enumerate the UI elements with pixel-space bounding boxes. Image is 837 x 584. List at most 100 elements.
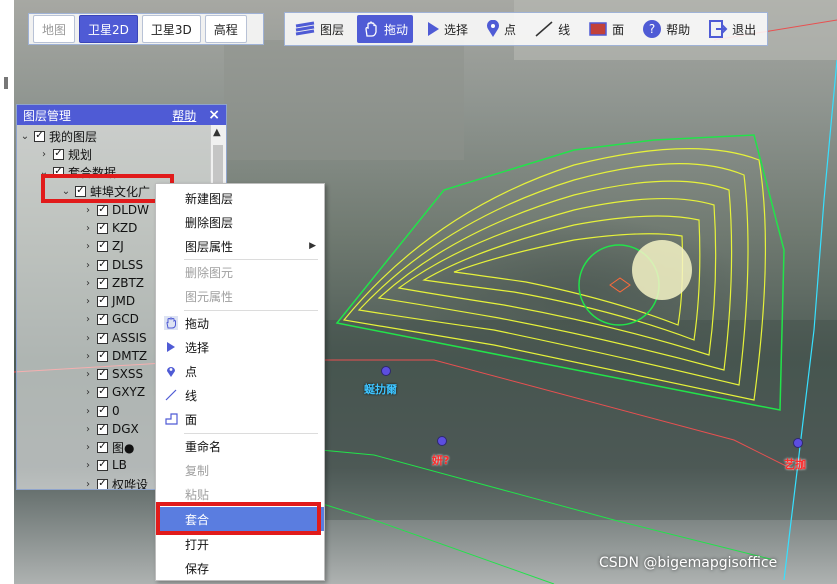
collapse-icon[interactable]: › bbox=[83, 314, 93, 325]
mode-satellite-3d-button[interactable]: 卫星3D bbox=[141, 15, 201, 43]
collapse-icon[interactable]: › bbox=[83, 296, 93, 307]
tree-node[interactable]: › ✓ DLDW bbox=[83, 201, 149, 219]
point-pin-icon bbox=[486, 20, 500, 38]
help-icon: ? bbox=[642, 19, 662, 39]
tree-node[interactable]: ⌄ ✓ 我的图层 bbox=[20, 127, 97, 145]
scroll-up-icon[interactable]: ▲ bbox=[213, 127, 221, 138]
layer-checkbox[interactable]: ✓ bbox=[97, 332, 108, 344]
tree-node[interactable]: › ✓ ZJ bbox=[83, 237, 124, 255]
tree-node-label: 权哗设 bbox=[112, 477, 149, 490]
mode-map-button[interactable]: 地图 bbox=[33, 15, 76, 43]
layer-checkbox[interactable]: ✓ bbox=[97, 368, 108, 380]
menu-item-line[interactable]: 线 bbox=[156, 383, 324, 407]
collapse-icon[interactable]: › bbox=[83, 479, 93, 490]
menu-item-new-layer[interactable]: 新建图层 bbox=[156, 186, 324, 210]
collapse-icon[interactable]: › bbox=[83, 223, 93, 234]
layer-checkbox[interactable]: ✓ bbox=[97, 350, 108, 362]
tree-node[interactable]: › ✓ SXSS bbox=[83, 365, 143, 383]
collapse-icon[interactable]: › bbox=[83, 387, 93, 398]
tree-node[interactable]: › ✓ DLSS bbox=[83, 256, 143, 274]
map-point-pin[interactable] bbox=[437, 436, 447, 446]
submenu-arrow-icon: ▶ bbox=[309, 241, 316, 251]
menu-item-rename[interactable]: 重命名 bbox=[156, 434, 324, 458]
collapse-icon[interactable]: › bbox=[83, 278, 93, 289]
tree-node[interactable]: › ✓ 图● bbox=[83, 438, 134, 456]
collapse-icon[interactable]: › bbox=[83, 406, 93, 417]
map-point-pin[interactable] bbox=[793, 438, 803, 448]
tree-node-label: 规划 bbox=[68, 147, 93, 162]
layer-checkbox[interactable]: ✓ bbox=[53, 148, 64, 160]
panel-help-link[interactable]: 帮助 bbox=[172, 107, 196, 124]
expand-icon[interactable]: ⌄ bbox=[20, 131, 30, 142]
layer-checkbox[interactable]: ✓ bbox=[97, 277, 108, 289]
tree-node[interactable]: › ✓ 0 bbox=[83, 402, 120, 420]
menu-item-feature-properties[interactable]: 图元属性 bbox=[156, 284, 324, 308]
map-mode-switcher: 地图 卫星2D 卫星3D 高程 bbox=[28, 13, 264, 45]
pan-button[interactable]: 拖动 bbox=[357, 15, 414, 43]
tree-node[interactable]: › ✓ GXYZ bbox=[83, 383, 145, 401]
layer-checkbox[interactable]: ✓ bbox=[97, 222, 108, 234]
panel-title: 图层管理 bbox=[23, 108, 72, 123]
collapse-icon[interactable]: › bbox=[83, 442, 93, 453]
select-button[interactable]: 选择 bbox=[421, 15, 473, 43]
help-button[interactable]: ? 帮助 bbox=[637, 15, 695, 43]
mode-elevation-button[interactable]: 高程 bbox=[204, 15, 247, 43]
menu-item-save[interactable]: 保存 bbox=[156, 556, 324, 580]
help-label: 帮助 bbox=[666, 22, 691, 37]
layer-checkbox[interactable]: ✓ bbox=[97, 441, 108, 453]
collapse-icon[interactable]: › bbox=[83, 333, 93, 344]
area-button[interactable]: 面 bbox=[583, 15, 629, 43]
layer-checkbox[interactable]: ✓ bbox=[97, 459, 108, 471]
tree-node[interactable]: › ✓ 规划 bbox=[39, 145, 92, 163]
layer-checkbox[interactable]: ✓ bbox=[34, 130, 45, 142]
map-point-pin[interactable] bbox=[381, 366, 391, 376]
collapse-icon[interactable]: › bbox=[83, 351, 93, 362]
tree-node[interactable]: › ✓ DMTZ bbox=[83, 347, 147, 365]
tree-node[interactable]: › ✓ JMD bbox=[83, 292, 135, 310]
collapse-icon[interactable]: › bbox=[83, 205, 93, 216]
menu-item-area[interactable]: 面 bbox=[156, 407, 324, 431]
tree-node[interactable]: › ✓ GCD bbox=[83, 310, 139, 328]
tree-node[interactable]: › ✓ LB bbox=[83, 456, 127, 474]
edge-handle[interactable] bbox=[4, 77, 8, 89]
tree-node[interactable]: › ✓ DGX bbox=[83, 420, 139, 438]
map-label-red-right: 艺拁 bbox=[784, 458, 806, 471]
collapse-icon[interactable]: › bbox=[39, 149, 49, 160]
layer-checkbox[interactable]: ✓ bbox=[97, 295, 108, 307]
tree-node[interactable]: › ✓ ASSIS bbox=[83, 329, 147, 347]
menu-item-pan[interactable]: 拖动 bbox=[156, 311, 324, 335]
layer-checkbox[interactable]: ✓ bbox=[97, 313, 108, 325]
menu-item-copy[interactable]: 复制 bbox=[156, 458, 324, 482]
menu-item-delete-feature[interactable]: 删除图元 bbox=[156, 260, 324, 284]
menu-item-point[interactable]: 点 bbox=[156, 359, 324, 383]
menu-item-select[interactable]: 选择 bbox=[156, 335, 324, 359]
select-label: 选择 bbox=[444, 22, 469, 37]
layer-checkbox[interactable]: ✓ bbox=[97, 423, 108, 435]
layer-checkbox[interactable]: ✓ bbox=[97, 405, 108, 417]
collapse-icon[interactable]: › bbox=[83, 424, 93, 435]
collapse-icon[interactable]: › bbox=[83, 460, 93, 471]
exit-button[interactable]: 退出 bbox=[703, 15, 761, 43]
tree-node[interactable]: › ✓ KZD bbox=[83, 219, 137, 237]
layer-checkbox[interactable]: ✓ bbox=[97, 386, 108, 398]
line-button[interactable]: 线 bbox=[529, 15, 575, 43]
line-icon bbox=[164, 388, 178, 402]
collapse-icon[interactable]: › bbox=[83, 241, 93, 252]
close-icon[interactable]: × bbox=[208, 107, 220, 123]
layer-checkbox[interactable]: ✓ bbox=[97, 240, 108, 252]
menu-item-open[interactable]: 打开 bbox=[156, 532, 324, 556]
tree-node[interactable]: › ✓ 权哗设 bbox=[83, 475, 148, 489]
collapse-icon[interactable]: › bbox=[83, 260, 93, 271]
layer-checkbox[interactable]: ✓ bbox=[97, 259, 108, 271]
mode-satellite-2d-button[interactable]: 卫星2D bbox=[79, 15, 138, 43]
polygon-icon bbox=[588, 20, 608, 38]
menu-item-delete-layer[interactable]: 删除图层 bbox=[156, 210, 324, 234]
exit-icon bbox=[708, 19, 728, 39]
point-button[interactable]: 点 bbox=[481, 15, 521, 43]
collapse-icon[interactable]: › bbox=[83, 369, 93, 380]
layer-checkbox[interactable]: ✓ bbox=[97, 478, 108, 489]
layer-checkbox[interactable]: ✓ bbox=[97, 204, 108, 216]
layers-button[interactable]: 图层 bbox=[289, 15, 349, 43]
menu-item-layer-properties[interactable]: 图层属性 ▶ bbox=[156, 234, 324, 258]
tree-node[interactable]: › ✓ ZBTZ bbox=[83, 274, 144, 292]
